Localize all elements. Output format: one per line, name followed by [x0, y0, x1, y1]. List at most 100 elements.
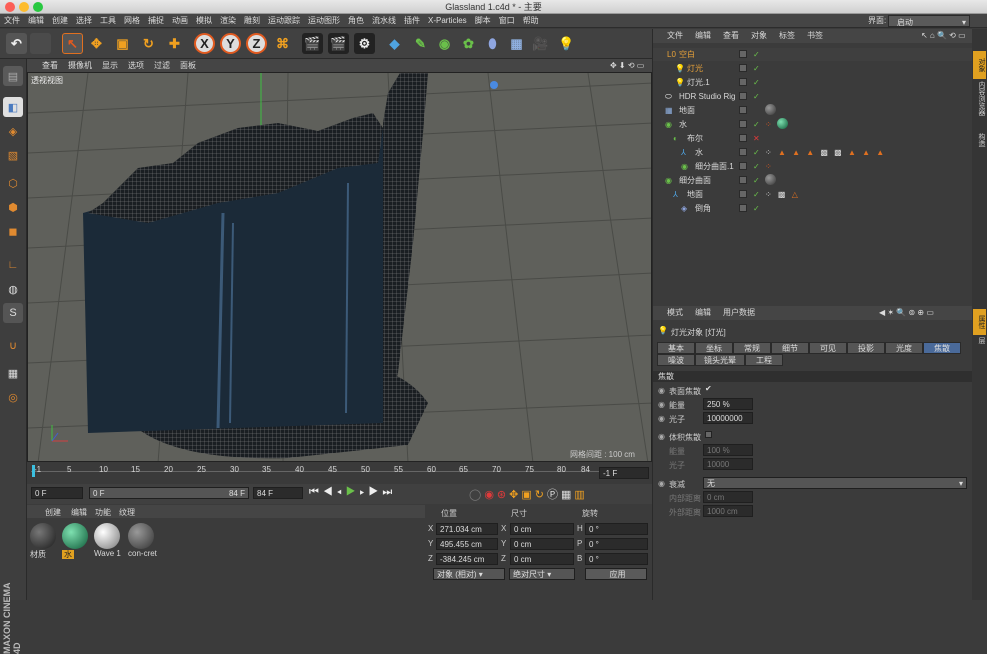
- tab-caustics[interactable]: 焦散: [923, 342, 961, 354]
- floor-icon[interactable]: ▦: [506, 33, 527, 54]
- side-tab-structure[interactable]: 构造: [973, 133, 986, 157]
- viewport-menu-camera[interactable]: 摄像机: [63, 59, 97, 72]
- key-move-icon[interactable]: ✥: [509, 489, 521, 501]
- transform-icon[interactable]: ✚: [164, 33, 185, 54]
- polygons-mode-icon[interactable]: ◼: [3, 221, 23, 241]
- step-back-icon[interactable]: ◂: [337, 486, 346, 498]
- disabled-icon[interactable]: ✕: [753, 132, 760, 145]
- points-mode-icon[interactable]: ⬡: [3, 173, 23, 193]
- object-row[interactable]: ◈ 倒角 ✓: [653, 202, 973, 215]
- key-scale-icon[interactable]: ▣: [521, 489, 534, 501]
- live-select-icon[interactable]: ↖: [62, 33, 83, 54]
- size-mode-select[interactable]: 绝对尺寸 ▾: [509, 568, 575, 580]
- material-swatch[interactable]: con-cret: [128, 523, 162, 563]
- check-icon[interactable]: ✓: [753, 118, 760, 131]
- object-row[interactable]: ◐ 布尔 ✕: [653, 132, 973, 145]
- layout-select[interactable]: 启动 ▾: [888, 15, 970, 27]
- maximize-window-button[interactable]: [33, 2, 43, 12]
- visibility-toggle[interactable]: [739, 190, 747, 198]
- autokey-icon[interactable]: ⊛: [497, 489, 509, 501]
- check-icon[interactable]: ✓: [753, 146, 760, 159]
- obj-menu-bookmarks[interactable]: 书签: [801, 29, 829, 43]
- record-controls[interactable]: ◯◉⊛✥▣↻Ⓟ▦▥: [469, 486, 588, 502]
- tab-noise[interactable]: 噪波: [657, 354, 695, 366]
- edges-mode-icon[interactable]: ⬢: [3, 197, 23, 217]
- perspective-viewport[interactable]: 透视视图 网格间距 : 100 cm: [27, 72, 652, 462]
- outer-distance-field[interactable]: 1000 cm: [703, 505, 753, 517]
- workplane-icon[interactable]: ▧: [3, 145, 23, 165]
- preview-range-slider[interactable]: 0 F 84 F: [89, 487, 249, 499]
- pos-z-field[interactable]: -384.245 cm: [436, 553, 498, 565]
- object-row[interactable]: 💡 灯光.1 ✓: [653, 76, 973, 89]
- coord-mode-select[interactable]: 对象 (相对) ▾: [433, 568, 505, 580]
- check-icon[interactable]: ✓: [753, 188, 760, 201]
- material-tag[interactable]: [777, 118, 788, 129]
- volume-caustics-checkbox[interactable]: [705, 431, 712, 438]
- viewport-menu-panel[interactable]: 面板: [175, 59, 201, 72]
- z-axis-lock-button[interactable]: Z: [246, 33, 267, 54]
- menu-file[interactable]: 文件: [0, 14, 24, 28]
- viewport-nav-icons[interactable]: ✥ ⬇ ⟲ ▭: [605, 59, 649, 72]
- visibility-toggle[interactable]: [739, 134, 747, 142]
- playhead[interactable]: [32, 465, 35, 477]
- go-to-start-icon[interactable]: ⏮: [309, 486, 323, 498]
- key-pla-icon[interactable]: ▦: [561, 489, 574, 501]
- side-tab-content-browser[interactable]: 内容浏览器: [973, 81, 986, 131]
- tab-photometric[interactable]: 光度: [885, 342, 923, 354]
- undo-icon[interactable]: ↶: [6, 33, 27, 54]
- key-rotate-icon[interactable]: ↻: [535, 489, 547, 501]
- move-icon[interactable]: ✥: [86, 33, 107, 54]
- tab-shadow[interactable]: 投影: [847, 342, 885, 354]
- play-icon[interactable]: ▶: [346, 486, 360, 498]
- visibility-toggle[interactable]: [739, 162, 747, 170]
- obj-nav-icons[interactable]: ↖ ⌂ 🔍 ⟲ ▭: [915, 29, 972, 43]
- close-window-button[interactable]: [5, 2, 15, 12]
- check-icon[interactable]: ✓: [753, 202, 760, 215]
- object-row[interactable]: ⬭ HDR Studio Rig ✓: [653, 90, 973, 103]
- v-energy-field[interactable]: 100 %: [703, 444, 753, 456]
- tab-coord[interactable]: 坐标: [695, 342, 733, 354]
- timeline-window-icon[interactable]: ▥: [574, 489, 587, 501]
- viewport-menu-display[interactable]: 显示: [97, 59, 123, 72]
- camera-icon[interactable]: 🎥: [530, 33, 551, 54]
- size-x-field[interactable]: 0 cm: [510, 523, 574, 535]
- check-icon[interactable]: ✓: [753, 48, 760, 61]
- photons-field[interactable]: 10000000: [703, 412, 753, 424]
- tab-basic[interactable]: 基本: [657, 342, 695, 354]
- magnet-icon[interactable]: ∪: [3, 335, 23, 355]
- phong-tag[interactable]: ⁘: [765, 118, 772, 131]
- check-icon[interactable]: ✓: [753, 62, 760, 75]
- menu-create[interactable]: 创建: [48, 14, 72, 28]
- menu-simulate[interactable]: 模拟: [192, 14, 216, 28]
- menu-sculpt[interactable]: 雕刻: [240, 14, 264, 28]
- tab-details[interactable]: 细节: [771, 342, 809, 354]
- visibility-toggle[interactable]: [739, 106, 747, 114]
- selection-tags[interactable]: ⁘ ▩ △: [765, 188, 800, 201]
- start-frame-field[interactable]: 0 F: [31, 487, 83, 499]
- material-swatch[interactable]: 材质: [30, 523, 60, 563]
- obj-menu-file[interactable]: 文件: [653, 29, 689, 43]
- material-swatch[interactable]: Wave 1: [94, 523, 126, 563]
- render-settings-icon[interactable]: ⚙: [354, 33, 375, 54]
- visibility-toggle[interactable]: [739, 148, 747, 156]
- obj-menu-edit[interactable]: 编辑: [689, 29, 717, 43]
- phong-tag[interactable]: ⁘: [765, 160, 772, 173]
- visibility-toggle[interactable]: [739, 92, 747, 100]
- menu-mesh[interactable]: 网格: [120, 14, 144, 28]
- object-row[interactable]: ⅄ 水 ✓ ⁘ ▲ ▲ ▲ ▩ ▩ ▲ ▲ ▲: [653, 146, 973, 159]
- visibility-toggle[interactable]: [739, 120, 747, 128]
- object-row[interactable]: ◉ 水 ✓ ⁘: [653, 118, 973, 131]
- anim-dot-icon[interactable]: ◉: [658, 479, 665, 488]
- lock-workplane-icon[interactable]: ▦: [3, 363, 23, 383]
- end-frame-field[interactable]: 84 F: [253, 487, 303, 499]
- menu-snap[interactable]: 捕捉: [144, 14, 168, 28]
- viewport-menu-options[interactable]: 选项: [123, 59, 149, 72]
- attr-nav-icons[interactable]: ◀ ✶ 🔍 ⊚ ⊕ ▭: [873, 306, 940, 320]
- rot-h-field[interactable]: 0 °: [585, 523, 648, 535]
- step-forward-icon[interactable]: ▸: [360, 486, 369, 498]
- render-view-icon[interactable]: 🎬: [302, 33, 323, 54]
- menu-plugins[interactable]: 插件: [400, 14, 424, 28]
- side-tab-attributes[interactable]: 属性: [973, 309, 986, 335]
- tab-visibility[interactable]: 可见: [809, 342, 847, 354]
- render-picture-viewer-icon[interactable]: 🎬: [328, 33, 349, 54]
